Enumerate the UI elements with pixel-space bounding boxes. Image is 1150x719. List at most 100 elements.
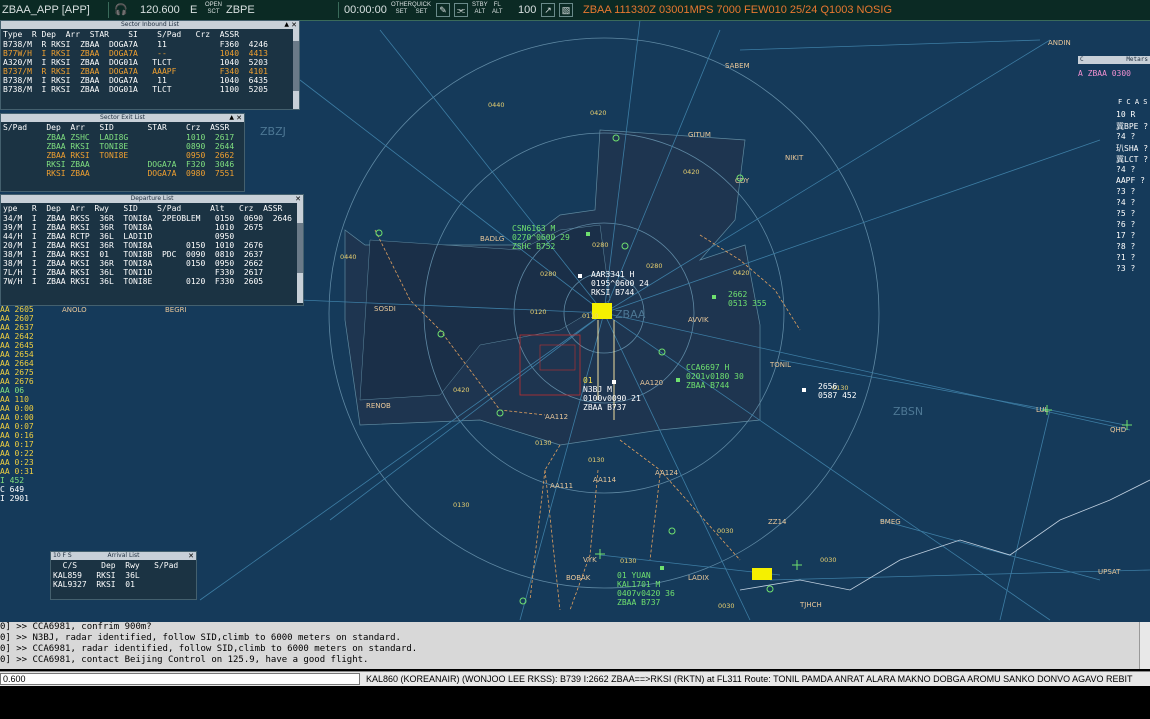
metar-row[interactable]: 冀LCT ?	[1116, 154, 1148, 165]
metar-row[interactable]: ?3 ?	[1116, 264, 1135, 273]
table-row[interactable]: B737/M R RKSI ZBAA DOGA7A AAAPF F340 410…	[1, 67, 299, 76]
departure-list[interactable]: Departure List ✕ ype R Dep Arr Rwy SID S/…	[0, 194, 304, 306]
metar-row[interactable]: 玐SHA ?	[1116, 143, 1148, 154]
minimize-icon[interactable]: ▲	[229, 114, 234, 122]
metar-row[interactable]: ?4 ?	[1116, 132, 1135, 141]
table-row[interactable]: 7L/H I ZBAA RKSI 36L TONI1D F330 2617	[1, 268, 303, 277]
table-row[interactable]: KAL9327 RKSI 01	[51, 580, 196, 589]
strip-item[interactable]: AA 2637	[0, 323, 60, 332]
right-metar-panel[interactable]: C Metars A ZBAA 0300 F C A S 10 R 冀BPE ? ?4…	[1074, 56, 1150, 286]
metar-row[interactable]: ?3 ?	[1116, 187, 1135, 196]
range-value[interactable]: 100	[518, 0, 536, 20]
metar-row[interactable]: ?1 ?	[1116, 253, 1135, 262]
headset-icon[interactable]: 🎧	[114, 0, 128, 20]
table-row[interactable]: B738/M I RKSI ZBAA DOG01A TLCT 1100 5205	[1, 85, 299, 94]
strip-item[interactable]: AA 06	[0, 386, 60, 395]
strip-item[interactable]: AA 2676	[0, 377, 60, 386]
strip-item[interactable]: I 452	[0, 476, 60, 485]
table-row[interactable]: RKSI ZBAA DOGA7A 0980 7551	[1, 169, 244, 178]
zbzj-label: ZBZJ	[260, 125, 286, 138]
strip-item[interactable]: AA 0:00	[0, 413, 60, 422]
tag-line: 01 YUAN	[617, 571, 651, 580]
table-row[interactable]: ZBAA RKSI TONI8E 0890 2644	[1, 142, 244, 151]
arrival-tabs[interactable]: 10 F S	[53, 552, 72, 560]
fl-alt-button[interactable]: FL ALT	[492, 2, 503, 22]
metar-row[interactable]: 冀BPE ?	[1116, 121, 1148, 132]
pen-icon[interactable]: ✎	[436, 3, 450, 17]
metar-row[interactable]: 17 ?	[1116, 231, 1135, 240]
strip-item[interactable]: AA 0:00	[0, 404, 60, 413]
zoom-icon[interactable]: ↗	[541, 3, 555, 17]
strip-item[interactable]: AA 2675	[0, 368, 60, 377]
strip-item[interactable]: AA 0:16	[0, 431, 60, 440]
strip-item[interactable]: AA 2642	[0, 332, 60, 341]
strip-item[interactable]: AA 2664	[0, 359, 60, 368]
close-icon[interactable]: ✕	[291, 21, 297, 29]
metar-row[interactable]: ?5 ?	[1116, 209, 1135, 218]
tool-icon[interactable]: ⫘	[454, 3, 468, 17]
alt-label: 0130	[588, 456, 605, 464]
table-body: 34/M I ZBAA RKSS 36R TONI8A 2PEOBLEM 015…	[1, 214, 303, 286]
filter-icon[interactable]: ▧	[559, 3, 573, 17]
metar-row[interactable]: ?8 ?	[1116, 242, 1135, 251]
strip-item[interactable]: AA 0:31	[0, 467, 60, 476]
console-scrollbar[interactable]	[1139, 622, 1150, 669]
close-icon[interactable]: ✕	[236, 114, 242, 122]
table-row[interactable]: 20/M I ZBAA RKSI 36R TONI8A 0150 1010 26…	[1, 241, 303, 250]
panel-title[interactable]: Sector Inbound List ▲ ✕	[1, 21, 299, 29]
strip-item[interactable]: AA 110	[0, 395, 60, 404]
table-row[interactable]: 7W/H I ZBAA RKSI 36L TONI8E 0120 F330 26…	[1, 277, 303, 286]
metar-row[interactable]: AAPF ?	[1116, 176, 1145, 185]
table-row[interactable]: 38/M I ZBAA RKSI 01 TONI8B PDC 0090 0810…	[1, 250, 303, 259]
panel-title[interactable]: C Metars	[1078, 56, 1150, 64]
sector-exit-list[interactable]: Sector Exit List ▲ ✕ S/Pad Dep Arr SID STA…	[0, 113, 245, 192]
frequency-value[interactable]: 120.600	[140, 0, 180, 20]
scrollbar[interactable]	[297, 203, 303, 303]
open-sct-button[interactable]: OPEN SCT	[205, 2, 222, 22]
strip-item[interactable]: AA 0:22	[0, 449, 60, 458]
close-icon[interactable]: ✕	[295, 195, 301, 203]
table-row[interactable]: 39/M I ZBAA RKSI 36R TONI8A 1010 2675	[1, 223, 303, 232]
table-row[interactable]: 44/H I ZBAA RCTP 36L LADI1D 0950	[1, 232, 303, 241]
separator	[338, 2, 339, 18]
strip-item[interactable]: AA 2654	[0, 350, 60, 359]
table-row[interactable]: ZBAA ZSHC LADI8G 1010 2617	[1, 133, 244, 142]
stby-alt-button[interactable]: STBY ALT	[472, 2, 488, 22]
minimize-icon[interactable]: ▲	[284, 21, 289, 29]
fix-sosdi: SOSDI	[374, 305, 396, 313]
strip-item[interactable]: I 2901	[0, 494, 60, 503]
strip-item[interactable]: AA 2607	[0, 314, 60, 323]
other-set-button[interactable]: OTHER SET	[391, 2, 412, 22]
table-row[interactable]: 34/M I ZBAA RKSS 36R TONI8A 2PEOBLEM 015…	[1, 214, 303, 223]
scrollbar-thumb[interactable]	[297, 223, 303, 273]
strip-item[interactable]: AA 2605	[0, 305, 60, 314]
strip-item[interactable]: AA 0:23	[0, 458, 60, 467]
arrival-list[interactable]: 10 F S Arrival List ✕ C/S Dep Rwy S/Pad KA…	[50, 551, 197, 600]
table-row[interactable]: B77W/H I RKSI ZBAA DOGA7A -- 1040 4413	[1, 49, 299, 58]
strip-item[interactable]: AA 2645	[0, 341, 60, 350]
metar-row[interactable]: ?4 ?	[1116, 198, 1135, 207]
table-row[interactable]: B738/M I RKSI ZBAA DOGA7A 11 1040 6435	[1, 76, 299, 85]
strip-item[interactable]: AA 0:17	[0, 440, 60, 449]
sector-inbound-list[interactable]: Sector Inbound List ▲ ✕ Type R Dep Arr STA…	[0, 20, 300, 110]
table-row[interactable]: B738/M R RKSI ZBAA DOGA7A 11 F360 4246	[1, 40, 299, 49]
table-row[interactable]: KAL859 RKSI 36L	[51, 571, 196, 580]
metar-row[interactable]: 10 R	[1116, 110, 1135, 119]
panel-title[interactable]: Departure List ✕	[1, 195, 303, 203]
track-kal1701-tag[interactable]: 01 YUAN KAL1701 M 0407v0420 36 ZBAA B737	[617, 571, 675, 607]
table-row[interactable]: RKSI ZBAA DOGA7A F320 3046	[1, 160, 244, 169]
quick-set-button[interactable]: QUICK SET	[412, 2, 431, 22]
scrollbar-thumb[interactable]	[293, 41, 299, 91]
panel-title[interactable]: 10 F S Arrival List ✕	[51, 552, 196, 560]
panel-title[interactable]: Sector Exit List ▲ ✕	[1, 114, 244, 122]
table-row[interactable]: A320/M I RKSI ZBAA DOG01A TLCT 1040 5203	[1, 58, 299, 67]
metar-row[interactable]: ?6 ?	[1116, 220, 1135, 229]
table-row[interactable]: ZBAA RKSI TONI8E 0950 2662	[1, 151, 244, 160]
scrollbar[interactable]	[293, 29, 299, 109]
strip-item[interactable]: AA 0:07	[0, 422, 60, 431]
close-icon[interactable]: ✕	[188, 552, 194, 560]
metar-row[interactable]: ?4 ?	[1116, 165, 1135, 174]
command-input[interactable]	[0, 673, 360, 685]
table-row[interactable]: 38/M I ZBAA RKSI 36R TONI8A 0150 0950 26…	[1, 259, 303, 268]
strip-item[interactable]: C 649	[0, 485, 60, 494]
